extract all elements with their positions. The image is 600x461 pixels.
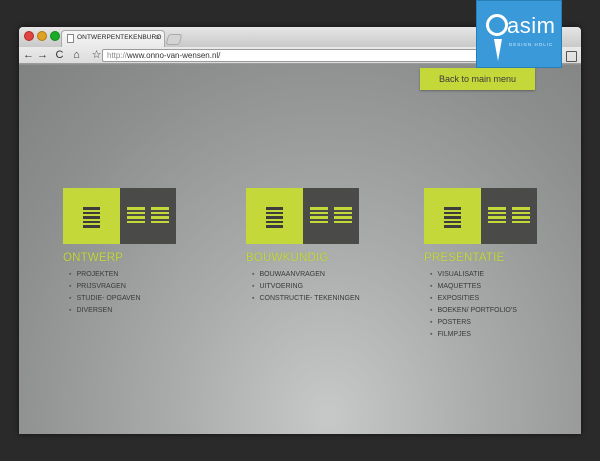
category-link[interactable]: MAQUETTES [430,281,537,293]
category-link[interactable]: BOUWAANVRAGEN [252,269,360,281]
category-title[interactable]: BOUWKUNDIG [246,252,360,264]
tile-dark-half [120,188,176,244]
category-links: BOUWAANVRAGEN UITVOERING CONSTRUCTIE- TE… [252,269,360,305]
category-ontwerp: ONTWERP PROJEKTEN PRIJSVRAGEN STUDIE- OP… [63,188,176,317]
category-presentatie: PRESENTATIE VISUALISATIE MAQUETTES EXPOS… [424,188,537,341]
category-link[interactable]: VISUALISATIE [430,269,537,281]
tile-green-half [63,188,120,244]
reload-icon[interactable]: C [53,48,66,62]
list-lines-icon [334,207,352,223]
category-link[interactable]: STUDIE- OPGAVEN [69,293,176,305]
category-tile[interactable] [424,188,537,244]
url-host: www.onno-van-wensen.nl/ [127,51,221,60]
close-window-button[interactable] [24,31,34,41]
zoom-window-button[interactable] [50,31,60,41]
list-lines-icon [488,207,506,223]
category-link[interactable]: UITVOERING [252,281,360,293]
url-protocol: http:// [107,51,128,60]
minimize-window-button[interactable] [37,31,47,41]
page-content: Back to main menu ONTWERP PROJEKTEN PRIJ… [19,65,581,434]
tile-green-half [424,188,481,244]
resize-icon[interactable] [566,51,577,62]
logo-ring-icon [486,14,508,36]
forward-arrow-icon[interactable]: → [36,48,49,62]
category-bouwkundig: BOUWKUNDIG BOUWAANVRAGEN UITVOERING CONS… [246,188,360,305]
list-lines-icon [444,207,461,228]
category-title[interactable]: PRESENTATIE [424,252,537,264]
logo-word: asim [507,13,556,38]
close-tab-icon[interactable]: × [155,33,160,42]
list-lines-icon [512,207,530,223]
list-lines-icon [127,207,145,223]
asim-logo-badge: asim DESIGN HOLIC [476,0,562,68]
tie-icon [494,39,502,61]
category-title[interactable]: ONTWERP [63,252,176,264]
category-link[interactable]: DIVERSEN [69,305,176,317]
category-links: PROJEKTEN PRIJSVRAGEN STUDIE- OPGAVEN DI… [69,269,176,317]
tile-dark-half [303,188,359,244]
category-link[interactable]: BOEKEN/ PORTFOLIO'S [430,305,537,317]
category-link[interactable]: PRIJSVRAGEN [69,281,176,293]
list-lines-icon [310,207,328,223]
tab-title: ONTWERPENTEKENBURO [77,34,162,41]
browser-tab[interactable]: ONTWERPENTEKENBURO × [61,30,165,47]
tile-dark-half [481,188,537,244]
logo-subtitle: DESIGN HOLIC [509,42,554,47]
page-icon [67,34,74,43]
tile-green-half [246,188,303,244]
category-tile[interactable] [63,188,176,244]
category-tile[interactable] [246,188,359,244]
back-arrow-icon[interactable]: ← [22,48,35,62]
category-link[interactable]: EXPOSITIES [430,293,537,305]
category-link[interactable]: FILMPJES [430,329,537,341]
new-tab-button[interactable] [165,34,183,45]
list-lines-icon [83,207,100,228]
back-to-main-menu-button[interactable]: Back to main menu [420,68,535,90]
category-links: VISUALISATIE MAQUETTES EXPOSITIES BOEKEN… [430,269,537,341]
category-link[interactable]: PROJEKTEN [69,269,176,281]
browser-window: ONTWERPENTEKENBURO × ← → C ⌂ ☆ http://ww… [19,27,581,434]
list-lines-icon [266,207,283,228]
list-lines-icon [151,207,169,223]
category-link[interactable]: CONSTRUCTIE- TEKENINGEN [252,293,359,305]
category-link[interactable]: POSTERS [430,317,537,329]
home-icon[interactable]: ⌂ [70,48,83,62]
